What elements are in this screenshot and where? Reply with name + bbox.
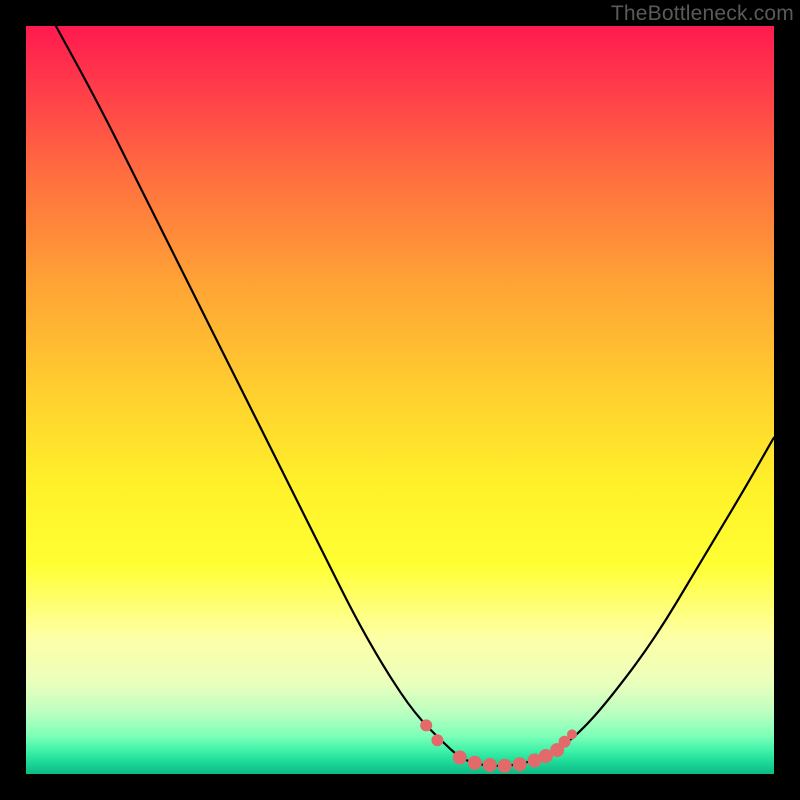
bottleneck-curve <box>56 26 774 766</box>
curve-marker <box>498 759 512 773</box>
chart-plot-area <box>26 26 774 774</box>
chart-svg <box>26 26 774 774</box>
curve-marker <box>513 757 527 771</box>
curve-marker <box>483 758 497 772</box>
watermark-text: TheBottleneck.com <box>611 2 794 26</box>
highlighted-markers <box>420 719 577 772</box>
curve-marker <box>453 751 467 765</box>
curve-marker <box>420 719 432 731</box>
curve-marker <box>431 734 443 746</box>
curve-marker <box>468 756 482 770</box>
curve-marker <box>567 729 577 739</box>
